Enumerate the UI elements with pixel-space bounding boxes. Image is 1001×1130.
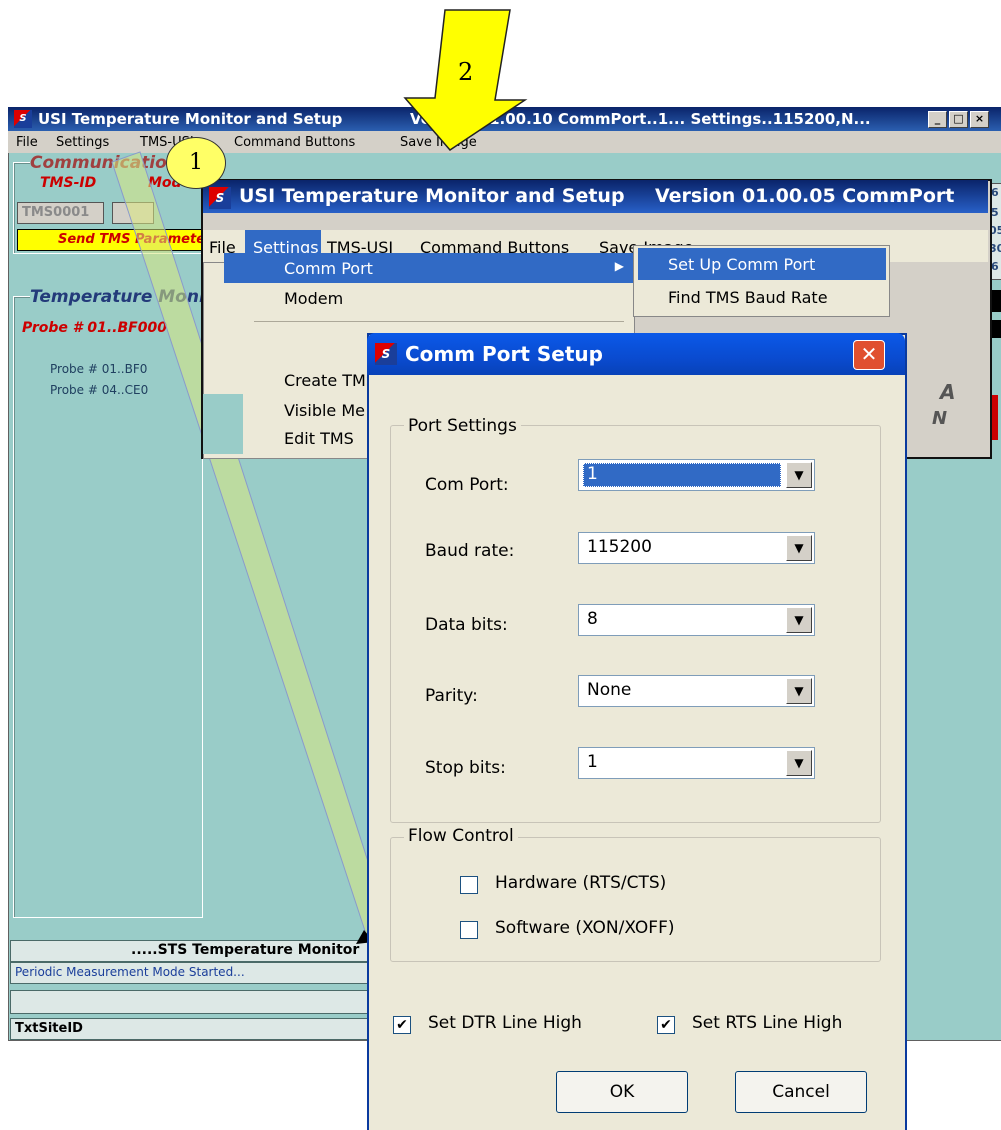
- chevron-down-icon[interactable]: ▼: [786, 678, 812, 704]
- menu-item-create-tms[interactable]: Create TMS: [284, 371, 376, 390]
- software-label[interactable]: Software (XON/XOFF): [495, 918, 675, 938]
- front-right-fragment: N: [932, 408, 948, 429]
- software-checkbox[interactable]: [460, 921, 478, 939]
- stop-bits-value: 1: [587, 752, 598, 772]
- front-title: USI Temperature Monitor and Setup: [239, 185, 625, 207]
- menu-separator: [254, 321, 624, 322]
- parity-label: Parity:: [425, 686, 478, 706]
- chevron-down-icon[interactable]: ▼: [786, 462, 812, 488]
- menu-item-visible[interactable]: Visible Me: [284, 401, 365, 420]
- dialog-app-icon: S: [375, 343, 397, 365]
- comm-port-submenu: Set Up Comm Port Find TMS Baud Rate: [633, 245, 890, 317]
- callout-1: 1: [166, 137, 226, 189]
- callout-2-number: 2: [458, 58, 474, 86]
- com-port-value: 1: [587, 464, 598, 484]
- rts-label[interactable]: Set RTS Line High: [692, 1013, 842, 1033]
- set-up-comm-port-label: Set Up Comm Port: [668, 255, 816, 274]
- flow-control-label: Flow Control: [404, 826, 518, 846]
- dialog-close-button[interactable]: ✕: [853, 340, 885, 370]
- baud-rate-label: Baud rate:: [425, 541, 515, 561]
- hardware-checkbox[interactable]: [460, 876, 478, 894]
- rts-checkbox[interactable]: ✔: [657, 1016, 675, 1034]
- submenu-arrow-icon: ▶: [614, 259, 624, 273]
- chevron-down-icon[interactable]: ▼: [786, 535, 812, 561]
- flow-control-group: [390, 837, 881, 962]
- baud-rate-value: 115200: [587, 537, 652, 557]
- data-bits-value: 8: [587, 609, 598, 629]
- com-port-select[interactable]: 1 ▼: [578, 459, 815, 491]
- chevron-down-icon[interactable]: ▼: [786, 607, 812, 633]
- baud-rate-select[interactable]: 115200 ▼: [578, 532, 815, 564]
- cancel-button[interactable]: Cancel: [735, 1071, 867, 1113]
- com-port-selection: [583, 463, 781, 487]
- menu-item-edit-tms[interactable]: Edit TMS: [284, 429, 354, 448]
- dialog-title: Comm Port Setup: [405, 342, 603, 366]
- front-version: Version 01.00.05 CommPort: [655, 185, 955, 207]
- data-bits-select[interactable]: 8 ▼: [578, 604, 815, 636]
- hardware-label[interactable]: Hardware (RTS/CTS): [495, 873, 666, 893]
- chevron-down-icon[interactable]: ▼: [786, 750, 812, 776]
- ok-button[interactable]: OK: [556, 1071, 688, 1113]
- parity-select[interactable]: None ▼: [578, 675, 815, 707]
- menu-item-comm-port-label: Comm Port: [284, 259, 373, 278]
- front-title-bar[interactable]: S USI Temperature Monitor and Setup Vers…: [203, 180, 988, 213]
- stop-bits-select[interactable]: 1 ▼: [578, 747, 815, 779]
- data-bits-label: Data bits:: [425, 615, 508, 635]
- front-app-icon: S: [209, 187, 231, 209]
- menu-item-comm-port[interactable]: Comm Port ▶: [224, 253, 634, 283]
- com-port-label: Com Port:: [425, 475, 509, 495]
- menu-item-set-up-comm-port[interactable]: Set Up Comm Port: [638, 248, 886, 280]
- stop-bits-label: Stop bits:: [425, 758, 506, 778]
- dtr-checkbox[interactable]: ✔: [393, 1016, 411, 1034]
- parity-value: None: [587, 680, 632, 700]
- dialog-title-bar[interactable]: S Comm Port Setup ✕: [367, 333, 905, 375]
- menu-item-find-baud-rate[interactable]: Find TMS Baud Rate: [668, 288, 828, 307]
- front-right-fragment: A: [940, 380, 956, 404]
- menu-item-modem[interactable]: Modem: [284, 289, 343, 308]
- port-settings-label: Port Settings: [404, 416, 521, 436]
- dtr-label[interactable]: Set DTR Line High: [428, 1013, 582, 1033]
- front-bg-fragment: [203, 394, 243, 454]
- callout-arrow-2: [403, 9, 528, 151]
